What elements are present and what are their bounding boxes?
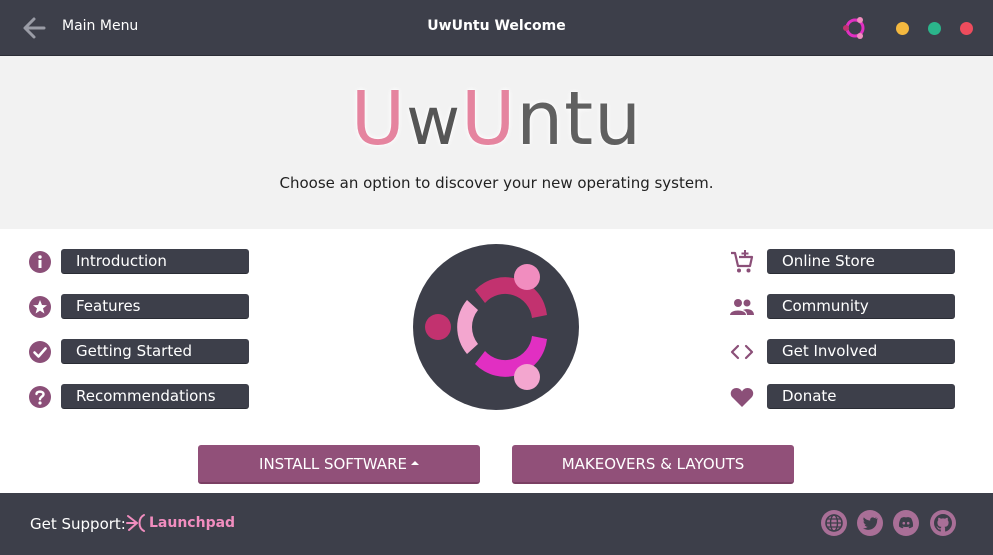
info-icon [29,251,51,273]
install-software-label: INSTALL SOFTWARE [259,455,407,473]
menu-item-introduction[interactable]: Introduction [27,249,267,277]
cart-icon [731,250,754,273]
tagline: Choose an option to discover your new op… [279,174,714,192]
menu-item-community[interactable]: Community [729,294,969,322]
brand-part-4: ntu [516,76,643,162]
website-link[interactable] [821,510,847,536]
twitter-link[interactable] [857,510,883,536]
footer: Get Support: Launchpad [0,493,993,555]
online-store-button[interactable]: Online Store [767,249,955,274]
donate-button[interactable]: Donate [767,384,955,409]
heart-icon [730,388,754,407]
makeovers-layouts-label: MAKEOVERS & LAYOUTS [561,455,745,473]
makeovers-layouts-button[interactable]: MAKEOVERS & LAYOUTS [512,445,794,484]
header-area: UwUntu Choose an option to discover your… [0,56,993,229]
star-icon [29,296,51,318]
menu-item-online-store[interactable]: Online Store [729,249,969,277]
introduction-button[interactable]: Introduction [61,249,249,274]
community-button[interactable]: Community [767,294,955,319]
get-involved-button[interactable]: Get Involved [767,339,955,364]
menu-item-features[interactable]: Features [27,294,267,322]
caret-up-icon [410,460,419,465]
brand-part-2: w [406,83,462,160]
brand-part-3: U [461,76,517,162]
getting-started-button[interactable]: Getting Started [61,339,249,364]
uwuntu-logo-icon [843,17,865,39]
titlebar: Main Menu UwUntu Welcome [0,0,993,56]
install-software-button[interactable]: INSTALL SOFTWARE [198,445,480,484]
discord-icon [898,517,914,529]
close-button[interactable] [960,22,973,35]
question-icon [29,386,51,408]
menu-item-donate[interactable]: Donate [729,384,969,412]
discord-link[interactable] [893,510,919,536]
globe-icon [825,514,843,532]
checkmark-icon [29,341,51,363]
maximize-button[interactable] [928,22,941,35]
minimize-button[interactable] [896,22,909,35]
features-button[interactable]: Features [61,294,249,319]
code-icon [730,344,754,360]
launchpad-link[interactable]: Launchpad [125,510,235,536]
menu-item-get-involved[interactable]: Get Involved [729,339,969,367]
menu-item-getting-started[interactable]: Getting Started [27,339,267,367]
github-icon [934,514,952,532]
recommendations-button[interactable]: Recommendations [61,384,249,409]
get-support-label: Get Support: [30,515,126,533]
launchpad-label: Launchpad [149,515,236,531]
menu-item-recommendations[interactable]: Recommendations [27,384,267,412]
brand-wordmark: UwUntu [0,82,993,156]
people-icon [730,299,754,315]
launchpad-icon [126,514,145,532]
twitter-icon [862,517,878,530]
github-link[interactable] [930,510,956,536]
uwuntu-center-logo [413,244,579,410]
brand-part-1: U [350,76,407,162]
